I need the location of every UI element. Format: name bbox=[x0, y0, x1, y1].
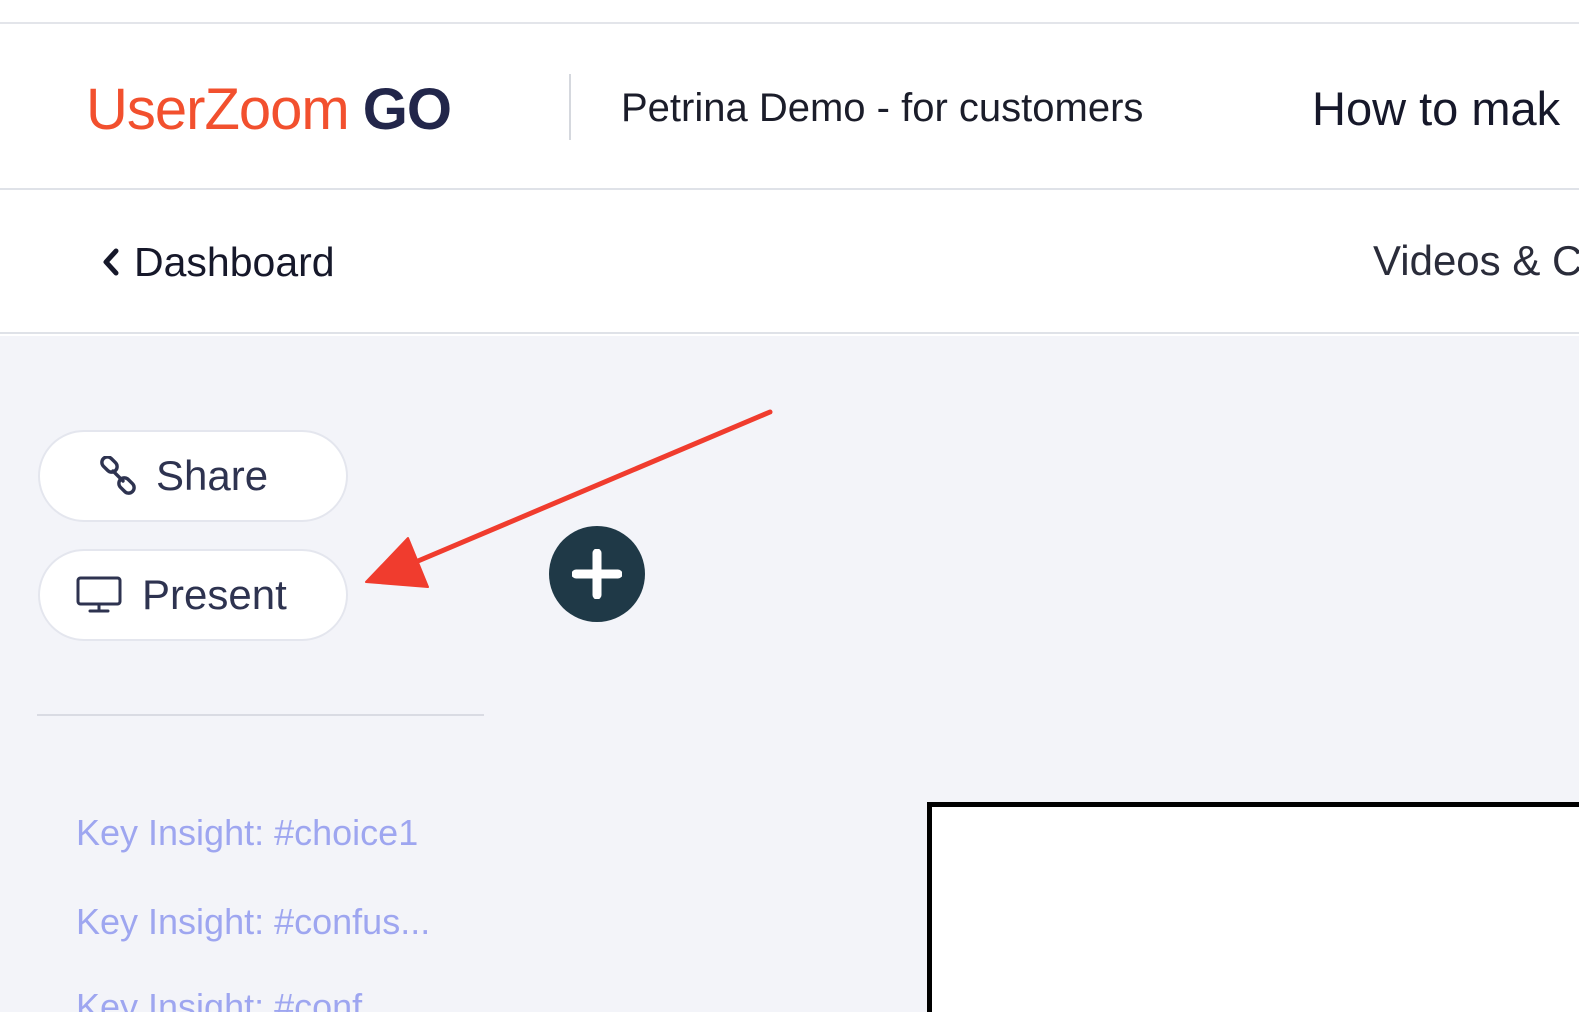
back-link-label: Dashboard bbox=[134, 239, 335, 285]
link-icon bbox=[98, 456, 138, 496]
back-to-dashboard-link[interactable]: Dashboard bbox=[100, 238, 335, 286]
tab-videos[interactable]: Videos & C bbox=[1373, 236, 1579, 286]
project-name[interactable]: Petrina Demo - for customers bbox=[621, 84, 1143, 132]
key-insight-link[interactable]: Key Insight: #choice1 bbox=[76, 812, 418, 854]
video-preview-frame[interactable] bbox=[927, 802, 1579, 1012]
chevron-left-icon bbox=[100, 240, 122, 284]
add-button[interactable] bbox=[549, 526, 645, 622]
header-divider bbox=[569, 74, 571, 140]
present-button-label: Present bbox=[142, 571, 287, 618]
logo-brand-text: UserZoom bbox=[86, 77, 350, 142]
key-insight-link[interactable]: Key Insight: #confus... bbox=[76, 901, 430, 943]
share-button-label: Share bbox=[156, 452, 269, 499]
app-header: UserZoom GO Petrina Demo - for customers … bbox=[0, 24, 1579, 190]
app-window: UserZoom GO Petrina Demo - for customers … bbox=[0, 0, 1579, 1012]
sub-navigation: Dashboard Videos & C bbox=[0, 192, 1579, 334]
study-title: How to mak bbox=[1312, 82, 1561, 135]
monitor-icon bbox=[76, 575, 122, 615]
browser-top-strip bbox=[0, 0, 1579, 24]
key-insight-link[interactable]: Key Insight: #conf... bbox=[76, 986, 392, 1012]
plus-icon bbox=[572, 549, 622, 599]
sidebar-divider bbox=[37, 714, 484, 716]
main-content: Share Present Key Insight: #choice1 Key … bbox=[0, 336, 1579, 1012]
logo-go-text: GO bbox=[362, 77, 452, 142]
share-button[interactable]: Share bbox=[38, 430, 348, 522]
present-button[interactable]: Present bbox=[38, 549, 348, 641]
userzoom-logo[interactable]: UserZoom GO bbox=[86, 77, 452, 142]
